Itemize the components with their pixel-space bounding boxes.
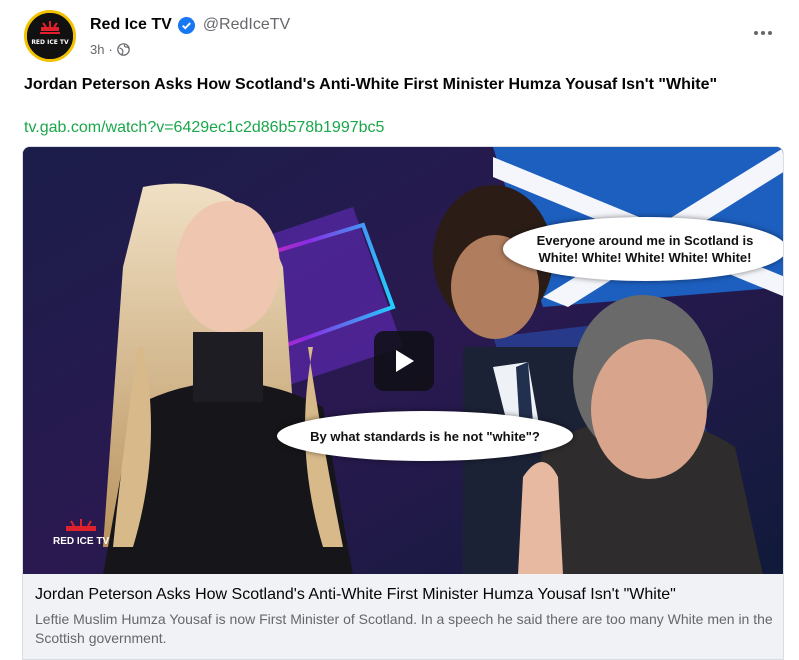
post-header: RED ICE TV Red Ice TV @RedIceTV 3h · bbox=[24, 10, 784, 62]
speech-bubble-bottom: By what standards is he not "white"? bbox=[277, 411, 573, 461]
author-row: Red Ice TV @RedIceTV bbox=[90, 16, 290, 34]
post-meta: 3h · bbox=[90, 42, 130, 57]
video-thumbnail[interactable]: Everyone around me in Scotland is White!… bbox=[22, 146, 784, 574]
dot-icon bbox=[754, 31, 758, 35]
red-ice-watermark-icon bbox=[66, 519, 97, 531]
link-preview[interactable]: Jordan Peterson Asks How Scotland's Anti… bbox=[22, 574, 784, 660]
speech-bubble-top: Everyone around me in Scotland is White!… bbox=[503, 217, 783, 281]
dot-icon bbox=[761, 31, 765, 35]
red-ice-logo-icon: RED ICE TV bbox=[27, 13, 73, 59]
author-name[interactable]: Red Ice TV bbox=[90, 16, 172, 34]
verified-badge-icon bbox=[177, 16, 195, 34]
meta-separator: · bbox=[108, 42, 113, 57]
link-preview-description: Leftie Muslim Humza Yousaf is now First … bbox=[35, 611, 773, 646]
post-time[interactable]: 3h bbox=[90, 42, 104, 57]
avatar-logo-text: RED ICE TV bbox=[31, 39, 69, 46]
post-link[interactable]: tv.gab.com/watch?v=6429ec1c2d86b578b1997… bbox=[24, 119, 384, 137]
more-options-button[interactable] bbox=[748, 18, 778, 48]
post-card: RED ICE TV Red Ice TV @RedIceTV 3h · Jor… bbox=[0, 0, 799, 660]
globe-icon bbox=[117, 43, 130, 56]
author-handle[interactable]: @RedIceTV bbox=[203, 16, 290, 34]
play-button[interactable] bbox=[374, 331, 434, 391]
dot-icon bbox=[768, 31, 772, 35]
link-preview-title[interactable]: Jordan Peterson Asks How Scotland's Anti… bbox=[35, 586, 771, 604]
play-icon bbox=[396, 350, 414, 372]
post-text: Jordan Peterson Asks How Scotland's Anti… bbox=[24, 76, 718, 93]
watermark-logo: RED ICE TV bbox=[53, 517, 109, 547]
watermark-text: RED ICE TV bbox=[53, 536, 110, 547]
avatar[interactable]: RED ICE TV bbox=[24, 10, 76, 62]
